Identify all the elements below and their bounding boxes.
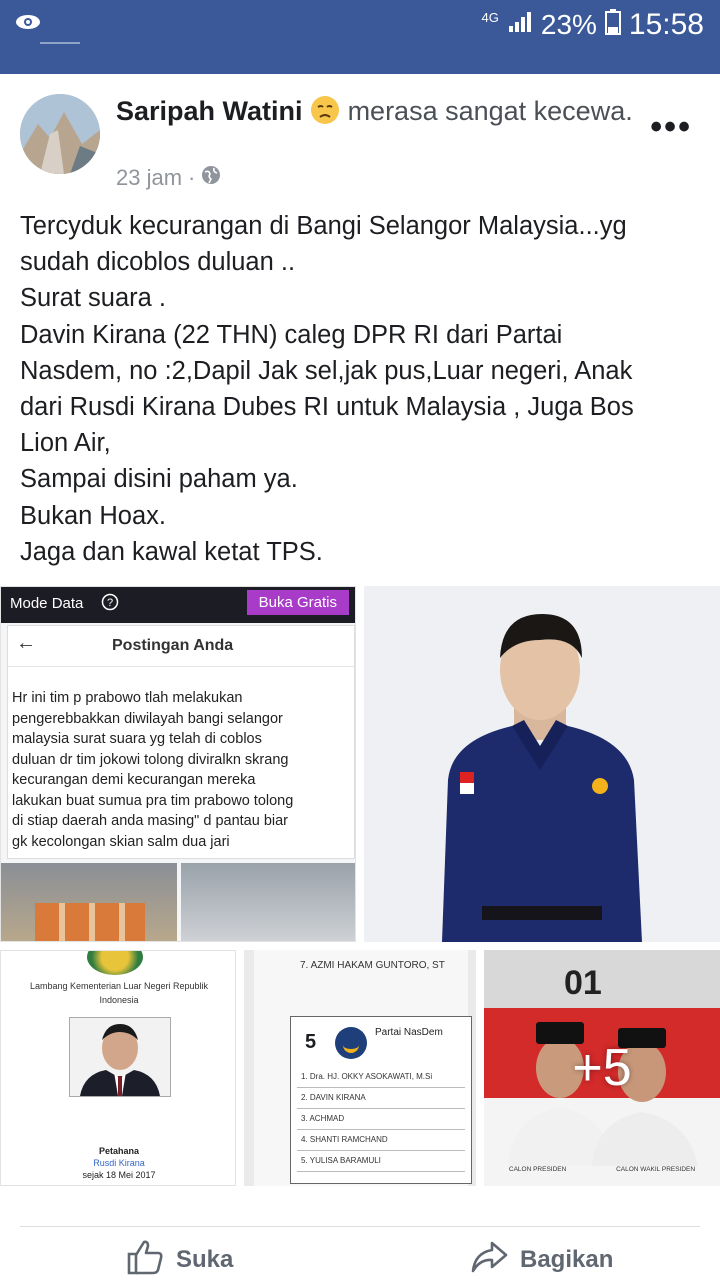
ballot-party-number: 5 <box>305 1031 317 1053</box>
post-time[interactable]: 23 jam <box>116 165 182 191</box>
screenshot-line: lakukan buat sumua pra tim prabowo tolon… <box>12 792 294 809</box>
post-image-ballot[interactable]: 7. AZMI HAKAM GUNTORO, ST 5 Partai NasDe… <box>244 950 476 1186</box>
post-text-line: sudah dicoblos duluan .. <box>20 248 296 277</box>
dot-separator: · <box>188 165 196 190</box>
screenshot-photos <box>1 863 355 941</box>
ballot-candidate: 5. YULISA BARAMULI <box>297 1151 465 1172</box>
ballot-party-name: Partai NasDem <box>375 1027 443 1038</box>
screenshot-body: Hr ini tim p prabowo tlah melakukan peng… <box>12 688 352 852</box>
ballot-party-box: 5 Partai NasDem 1. Dra. HJ. OKKY ASOKAWA… <box>290 1016 472 1184</box>
ballot-candidate-list: 1. Dra. HJ. OKKY ASOKAWATI, M.Si 2. DAVI… <box>297 1067 465 1172</box>
action-divider <box>20 1226 700 1227</box>
like-label: Suka <box>176 1246 234 1273</box>
room-photo <box>181 863 355 941</box>
status-bar: 4G 23% 15:58 <box>0 0 720 74</box>
profile-caption: Lambang Kementerian Luar Negeri Republik… <box>29 981 209 1005</box>
post-author-line: Saripah Watini merasa sangat kecewa. <box>116 94 636 133</box>
network-type: 4G <box>481 9 499 25</box>
more-options-icon[interactable]: ••• <box>650 108 692 147</box>
screenshot-line: pengerebbakkan diwilayah bangi selangor <box>12 710 283 727</box>
mode-data-label: Mode Data <box>10 595 84 612</box>
post-text-line: Bukan Hoax. <box>20 501 167 530</box>
ballot-candidate: 2. DAVIN KIRANA <box>297 1088 465 1109</box>
post-text-line: Surat suara . <box>20 284 166 313</box>
profile-role: Petahana <box>98 1146 140 1156</box>
avatar[interactable] <box>20 94 100 174</box>
notification-trace <box>40 42 80 44</box>
profile-since: sejak 18 Mei 2017 <box>82 1170 156 1180</box>
battery-percent: 23% <box>540 9 597 40</box>
share-arrow-icon <box>470 1239 508 1282</box>
screenshot-header: ← Postingan Anda <box>8 626 354 667</box>
post-meta: 23 jam · <box>116 165 221 191</box>
ballot-candidate: 3. ACHMAD <box>297 1109 465 1130</box>
share-button[interactable]: Bagikan <box>470 1240 613 1280</box>
screenshot-line: Hr ini tim p prabowo tlah melakukan <box>12 690 243 706</box>
thumbs-up-icon <box>126 1238 164 1283</box>
clock: 15:58 <box>628 8 704 41</box>
post-text-line: Lion Air, <box>20 429 111 458</box>
battery-icon <box>604 8 621 42</box>
official-portrait <box>69 1017 171 1097</box>
post-text-line: Tercyduk kecurangan di Bangi Selangor Ma… <box>20 212 627 240</box>
post-image-person[interactable] <box>364 586 720 942</box>
post-text: Tercyduk kecurangan di Bangi Selangor Ma… <box>20 208 700 570</box>
profile-footer: Petahana Rusdi Kirana sejak 18 Mei 2017 <box>1 1145 235 1181</box>
post-text-line: Davin Kirana (22 THN) caleg DPR RI dari … <box>20 320 563 349</box>
ballot-top-line: 7. AZMI HAKAM GUNTORO, ST <box>300 960 445 971</box>
ministry-seal-icon <box>87 951 143 975</box>
screenshot-line: duluan dr tim jokowi tolong diviralkn sk… <box>12 751 289 768</box>
share-label: Bagikan <box>520 1246 614 1273</box>
svg-text:?: ? <box>107 597 113 609</box>
screenshot-line: malaysia surat suara yg telah di coblos <box>12 731 262 747</box>
disappointed-face-icon <box>310 95 340 133</box>
help-icon: ? <box>101 593 119 615</box>
globe-icon <box>201 165 221 191</box>
profile-name: Rusdi Kirana <box>93 1158 145 1168</box>
screenshot-card: ← Postingan Anda Hr ini tim p prabowo tl… <box>7 625 355 859</box>
signal-icon <box>507 9 533 41</box>
back-arrow-icon: ← <box>16 632 36 654</box>
person-illustration <box>442 614 642 942</box>
ballot-boxes-photo <box>1 863 177 941</box>
more-photos-count[interactable]: +5 <box>484 950 720 1186</box>
nasdem-logo-icon <box>335 1027 367 1059</box>
screenshot-line: di stiap daerah anda masing" d pantau bi… <box>12 813 289 829</box>
screenshot-line: gk kecolongan skian salm dua jari <box>12 833 230 850</box>
buka-gratis-label: Buka Gratis <box>246 590 349 615</box>
author-name[interactable]: Saripah Watini <box>116 96 303 126</box>
screenshot-title: Postingan Anda <box>112 637 234 654</box>
post-image-profile[interactable]: Lambang Kementerian Luar Negeri Republik… <box>0 950 236 1186</box>
post-text-line: Jaga dan kawal ketat TPS. <box>20 537 323 566</box>
post-image-screenshot[interactable]: Mode Data ? Buka Gratis ← Postingan Anda… <box>0 586 356 942</box>
screenshot-line: kecurangan demi kecurangan mereka <box>12 772 256 788</box>
screenshot-top-bar: Mode Data ? Buka Gratis <box>1 587 355 623</box>
post-text-line: dari Rusdi Kirana Dubes RI untuk Malaysi… <box>20 393 634 422</box>
feeling-text: merasa sangat kecewa. <box>347 96 633 126</box>
post-text-line: Sampai disini paham ya. <box>20 465 298 494</box>
eye-icon <box>14 10 42 39</box>
ballot-paper: 7. AZMI HAKAM GUNTORO, ST 5 Partai NasDe… <box>254 950 472 1186</box>
ballot-candidate: 1. Dra. HJ. OKKY ASOKAWATI, M.Si <box>297 1067 465 1088</box>
ballot-candidate: 4. SHANTI RAMCHAND <box>297 1130 465 1151</box>
post-text-line: Nasdem, no :2,Dapil Jak sel,jak pus,Luar… <box>20 356 633 385</box>
like-button[interactable]: Suka <box>126 1240 233 1280</box>
post-image-more[interactable]: 01 CALON PRESIDEN CALON WAKIL PRESIDEN +… <box>484 950 720 1186</box>
